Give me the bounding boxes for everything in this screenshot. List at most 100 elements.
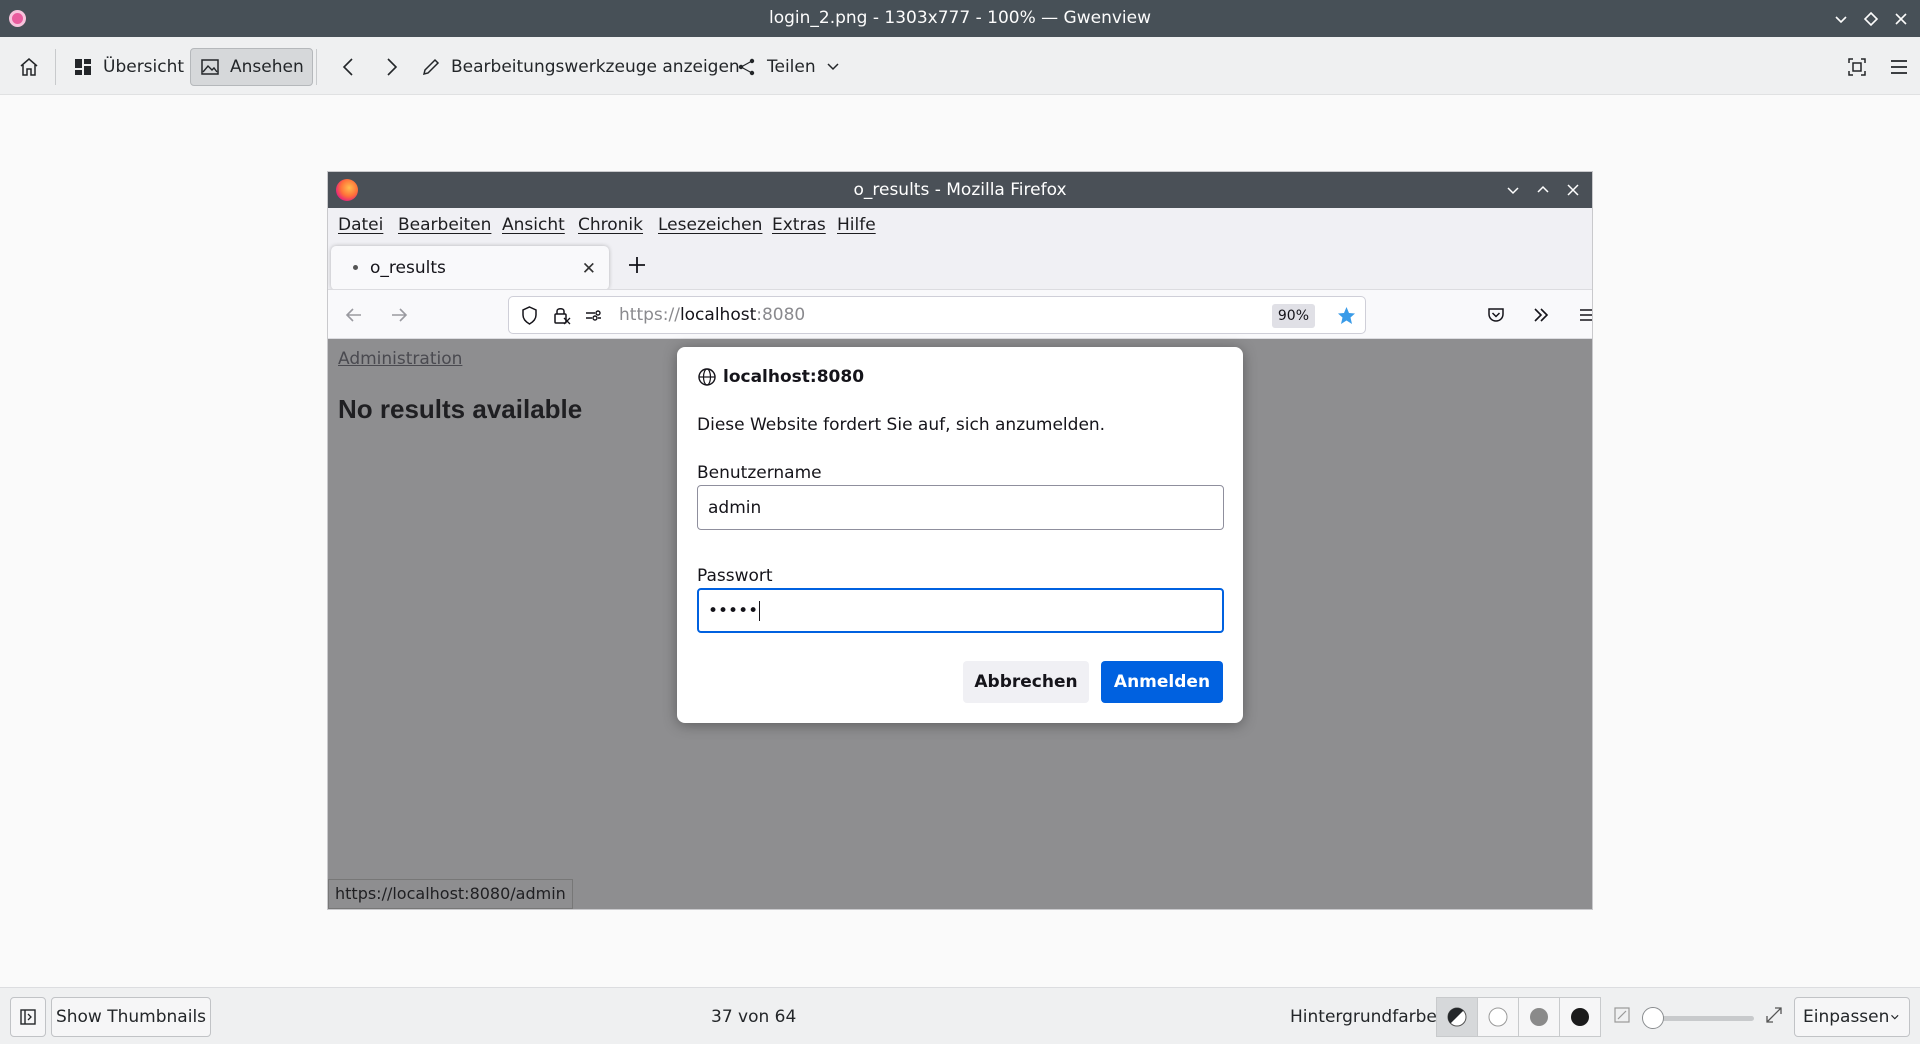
previous-button[interactable] [330,48,368,86]
bg-gray-swatch[interactable] [1518,997,1560,1037]
link-status-url: https://localhost:8080/admin [328,879,573,909]
toggle-sidebar-button[interactable] [10,997,46,1037]
share-icon [738,58,755,76]
chevron-down-icon [1891,1014,1899,1020]
firefox-navbar: https://localhost:8080 90% [328,289,1592,339]
zoom-slider-track[interactable] [1650,1016,1754,1021]
menu-ansicht: Ansicht [502,215,565,235]
home-button[interactable] [10,48,48,86]
menu-lesezeichen: Lesezeichen [658,215,763,235]
firefox-titlebar: o_results - Mozilla Firefox [328,172,1592,208]
url-text: https://localhost:8080 [619,305,805,325]
menu-extras: Extras [772,215,826,235]
window-title: login_2.png - 1303x777 - 100% — Gwenview [768,8,1151,28]
window-titlebar: login_2.png - 1303x777 - 100% — Gwenview [0,0,1920,37]
administration-link: Administration [338,349,463,369]
globe-icon [698,368,716,386]
tab-close-icon: ✕ [581,259,596,279]
url-scheme: https:// [619,305,680,325]
tracking-shield-icon [519,305,540,326]
firefox-close-icon [1564,181,1582,199]
login-button: Anmelden [1101,661,1223,703]
firefox-maximize-icon [1534,181,1552,199]
zoom-mode-select[interactable]: Einpassen [1794,997,1910,1037]
zoom-badge: 90% [1271,304,1315,328]
url-host: localhost [679,305,757,325]
password-field: ••••• [697,588,1224,633]
bg-white-icon [1488,1007,1508,1027]
tab-loading-dot [353,265,358,270]
text-caret [759,601,761,621]
dialog-host: localhost:8080 [697,367,864,387]
dialog-host-label: localhost:8080 [723,367,865,387]
menu-hilfe: Hilfe [837,215,876,235]
zoom-in-icon[interactable] [1765,1006,1783,1024]
view-label: Ansehen [230,57,304,77]
background-color-label: Hintergrundfarbe: [1290,1007,1443,1027]
overview-icon [75,59,91,75]
url-bar: https://localhost:8080 90% [508,296,1366,334]
chevron-down-icon [827,63,839,71]
hamburger-menu-button[interactable] [1880,48,1918,86]
main-toolbar: Übersicht Ansehen Bearbeitungswerkzeuge … [0,37,1920,95]
close-icon[interactable] [1891,9,1911,29]
show-thumbnails-button[interactable]: Show Thumbnails [51,997,211,1037]
password-label: Passwort [697,566,773,586]
password-value: ••••• [708,601,759,621]
view-button[interactable]: Ansehen [190,48,313,86]
image-position: 37 von 64 [711,1007,797,1027]
status-bar: Show Thumbnails 37 von 64 Hintergrundfar… [0,987,1920,1044]
bg-black-swatch[interactable] [1559,997,1601,1037]
auth-dialog: localhost:8080 Diese Website fordert Sie… [677,347,1243,723]
share-label: Teilen [767,57,816,77]
zoom-out-icon[interactable] [1613,1006,1631,1024]
bg-auto-icon [1447,1007,1467,1027]
pocket-icon [1485,304,1507,326]
firefox-minimize-icon [1504,181,1522,199]
maximize-icon[interactable] [1861,9,1881,29]
hamburger-icon [1891,60,1907,74]
username-label: Benutzername [697,463,822,483]
forward-arrow-icon [388,304,410,326]
image-icon [201,59,219,75]
chevron-right-icon [387,58,398,76]
bookmark-star-icon [1336,305,1357,326]
next-button[interactable] [372,48,410,86]
overview-button[interactable]: Übersicht [64,48,192,86]
page-heading: No results available [338,394,583,424]
share-button[interactable]: Teilen [728,48,849,86]
overview-label: Übersicht [103,57,185,77]
firefox-tab: o_results ✕ [331,246,609,290]
lock-warning-icon [551,305,572,326]
zoom-slider-handle[interactable] [1642,1007,1664,1029]
minimize-icon[interactable] [1831,9,1851,29]
home-icon [20,58,38,76]
firefox-window-title: o_results - Mozilla Firefox [853,180,1067,200]
edit-tools-button[interactable]: Bearbeitungswerkzeuge anzeigen [412,48,748,86]
bg-gray-icon [1530,1008,1548,1026]
toolbar-separator [55,49,56,85]
back-arrow-icon [343,304,365,326]
tab-label: o_results [370,258,446,278]
url-port: :8080 [756,305,806,325]
edit-tools-label: Bearbeitungswerkzeuge anzeigen [451,57,740,77]
new-tab-icon [624,252,650,278]
bg-auto-swatch[interactable] [1436,997,1478,1037]
cancel-button: Abbrechen [963,661,1089,703]
sidebar-toggle-icon [20,1009,36,1025]
zoom-mode-value: Einpassen [1803,1007,1890,1027]
menu-datei: Datei [338,215,384,235]
fullscreen-button[interactable] [1838,48,1876,86]
firefox-tabbar: o_results ✕ [328,242,1592,290]
firefox-menu-icon [1576,304,1592,326]
overflow-chevrons-icon [1530,304,1552,326]
firefox-menubar: Datei Bearbeiten Ansicht Chronik Lesezei… [328,208,1592,242]
dialog-message: Diese Website fordert Sie auf, sich anzu… [697,415,1106,435]
bg-black-icon [1571,1008,1589,1026]
menu-chronik: Chronik [578,215,644,235]
permissions-icon [583,305,604,326]
pencil-icon [422,58,440,76]
displayed-image: o_results - Mozilla Firefox Datei Bearbe… [328,172,1592,909]
bg-white-swatch[interactable] [1477,997,1519,1037]
show-thumbnails-label: Show Thumbnails [55,1007,207,1027]
